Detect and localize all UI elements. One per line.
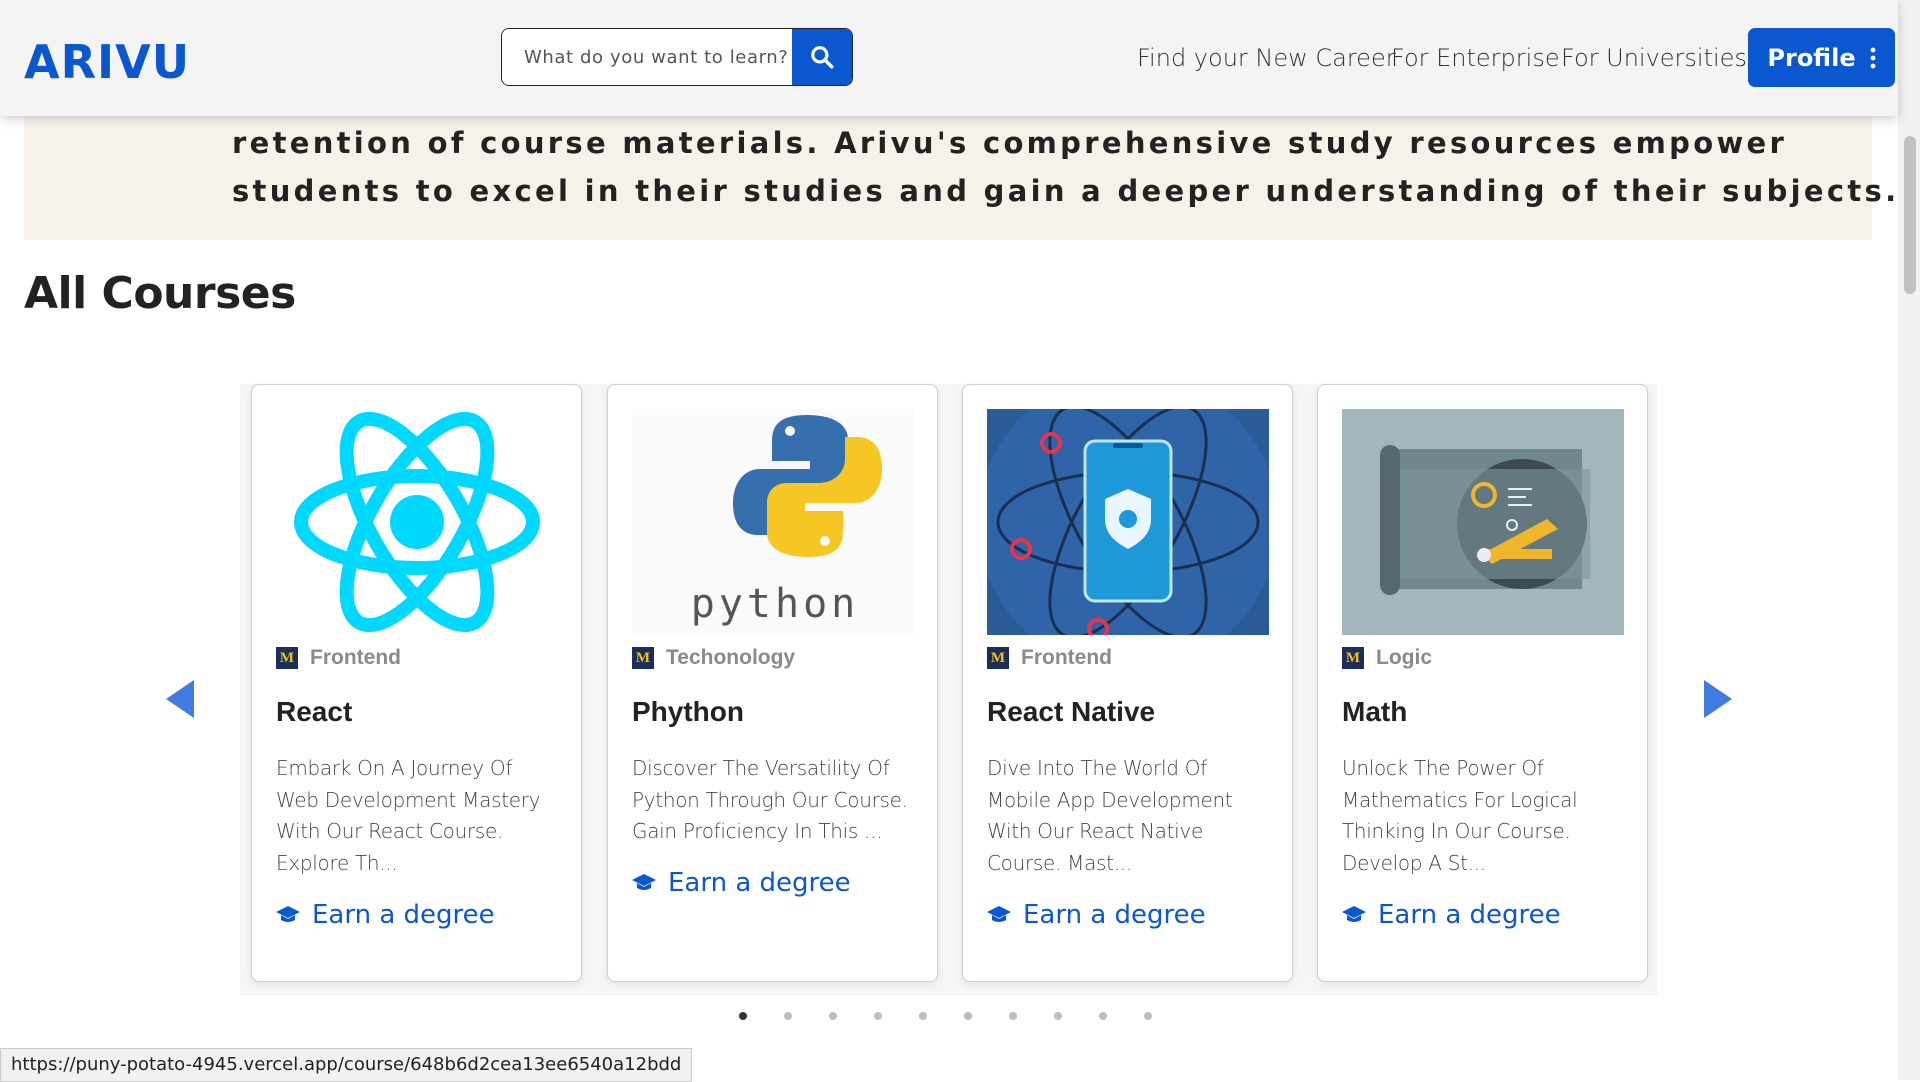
search-bar (501, 28, 853, 86)
course-image (1342, 409, 1624, 635)
university-logo-icon: M (987, 647, 1009, 669)
earn-degree-label: Earn a degree (1378, 900, 1561, 930)
university-logo-icon: M (632, 647, 654, 669)
course-description: Unlock The Power Of Mathematics For Logi… (1342, 756, 1578, 875)
banner-text-line-2: students to excel in their studies and g… (232, 174, 1900, 208)
course-title: React Native (987, 696, 1156, 727)
course-title: Math (1342, 696, 1408, 727)
banner-text-line-1: retention of course materials. Arivu's c… (232, 126, 1788, 160)
category-label: Techonology (666, 646, 796, 669)
carousel-dot[interactable] (1099, 1012, 1107, 1020)
carousel-dot[interactable] (1054, 1012, 1062, 1020)
status-bar-url: https://puny-potato-4945.vercel.app/cour… (0, 1048, 693, 1082)
intro-banner: retention of course materials. Arivu's c… (24, 116, 1896, 240)
carousel-dot[interactable] (739, 1012, 747, 1020)
earn-degree-label: Earn a degree (1023, 900, 1206, 930)
carousel-dot[interactable] (829, 1012, 837, 1020)
search-input[interactable] (502, 29, 792, 85)
course-description: Discover The Versatility Of Python Throu… (632, 756, 908, 843)
more-vertical-icon (1870, 47, 1876, 68)
arivu-logo[interactable]: ARIVU (24, 35, 190, 89)
course-category: M Logic (1342, 646, 1432, 670)
math-blueprint-icon (1380, 445, 1590, 595)
course-title: React (276, 696, 353, 727)
graduation-cap-icon (276, 906, 300, 922)
course-description: Embark On A Journey Of Web Development M… (276, 756, 541, 875)
carousel-dot[interactable] (1144, 1012, 1152, 1020)
category-label: Logic (1376, 646, 1432, 669)
nav-find-career[interactable]: Find your New Career (1137, 44, 1396, 72)
nav-enterprise[interactable]: For Enterprise (1391, 44, 1560, 72)
carousel-pagination (739, 1012, 1152, 1020)
python-logo-icon: python (691, 415, 882, 627)
course-title: Phython (632, 696, 744, 727)
profile-button[interactable]: Profile (1748, 28, 1895, 87)
react-logo-icon (294, 411, 540, 633)
search-button[interactable] (792, 29, 852, 85)
category-label: Frontend (310, 646, 401, 669)
carousel-prev-arrow-icon[interactable] (164, 678, 198, 720)
earn-degree-link[interactable]: Earn a degree (632, 868, 851, 898)
university-logo-icon: M (1342, 647, 1364, 669)
page-scrollbar[interactable] (1898, 0, 1920, 1080)
graduation-cap-icon (987, 906, 1011, 922)
course-category: M Techonology (632, 646, 795, 670)
earn-degree-link[interactable]: Earn a degree (987, 900, 1206, 930)
carousel-dot[interactable] (1009, 1012, 1017, 1020)
course-image: python (632, 409, 914, 635)
carousel-next-arrow-icon[interactable] (1700, 678, 1734, 720)
course-image (987, 409, 1269, 635)
earn-degree-label: Earn a degree (312, 900, 495, 930)
earn-degree-link[interactable]: Earn a degree (1342, 900, 1561, 930)
course-category: M Frontend (987, 646, 1112, 670)
course-description: Dive Into The World Of Mobile App Develo… (987, 756, 1233, 875)
course-image (276, 409, 558, 635)
carousel-dot[interactable] (919, 1012, 927, 1020)
carousel-dot[interactable] (784, 1012, 792, 1020)
course-card-react-native[interactable]: M Frontend React Native Dive Into The Wo… (962, 384, 1293, 982)
earn-degree-label: Earn a degree (668, 868, 851, 898)
profile-label: Profile (1767, 43, 1856, 72)
graduation-cap-icon (1342, 906, 1366, 922)
course-card-python[interactable]: python M Techonology Phython Discover Th… (607, 384, 938, 982)
svg-text:python: python (691, 581, 860, 627)
scrollbar-thumb[interactable] (1904, 136, 1916, 294)
section-title: All Courses (24, 268, 296, 319)
course-card-math[interactable]: M Logic Math Unlock The Power Of Mathema… (1317, 384, 1648, 982)
earn-degree-link[interactable]: Earn a degree (276, 900, 495, 930)
course-category: M Frontend (276, 646, 401, 670)
mobile-app-icon (987, 409, 1269, 635)
nav-universities[interactable]: For Universities (1561, 44, 1747, 72)
top-navbar: ARIVU Find your New Career For Enterpris… (0, 0, 1898, 116)
university-logo-icon: M (276, 647, 298, 669)
carousel-dot[interactable] (964, 1012, 972, 1020)
course-card-react[interactable]: M Frontend React Embark On A Journey Of … (251, 384, 582, 982)
search-icon (811, 46, 834, 69)
carousel-dot[interactable] (874, 1012, 882, 1020)
graduation-cap-icon (632, 874, 656, 890)
category-label: Frontend (1021, 646, 1112, 669)
